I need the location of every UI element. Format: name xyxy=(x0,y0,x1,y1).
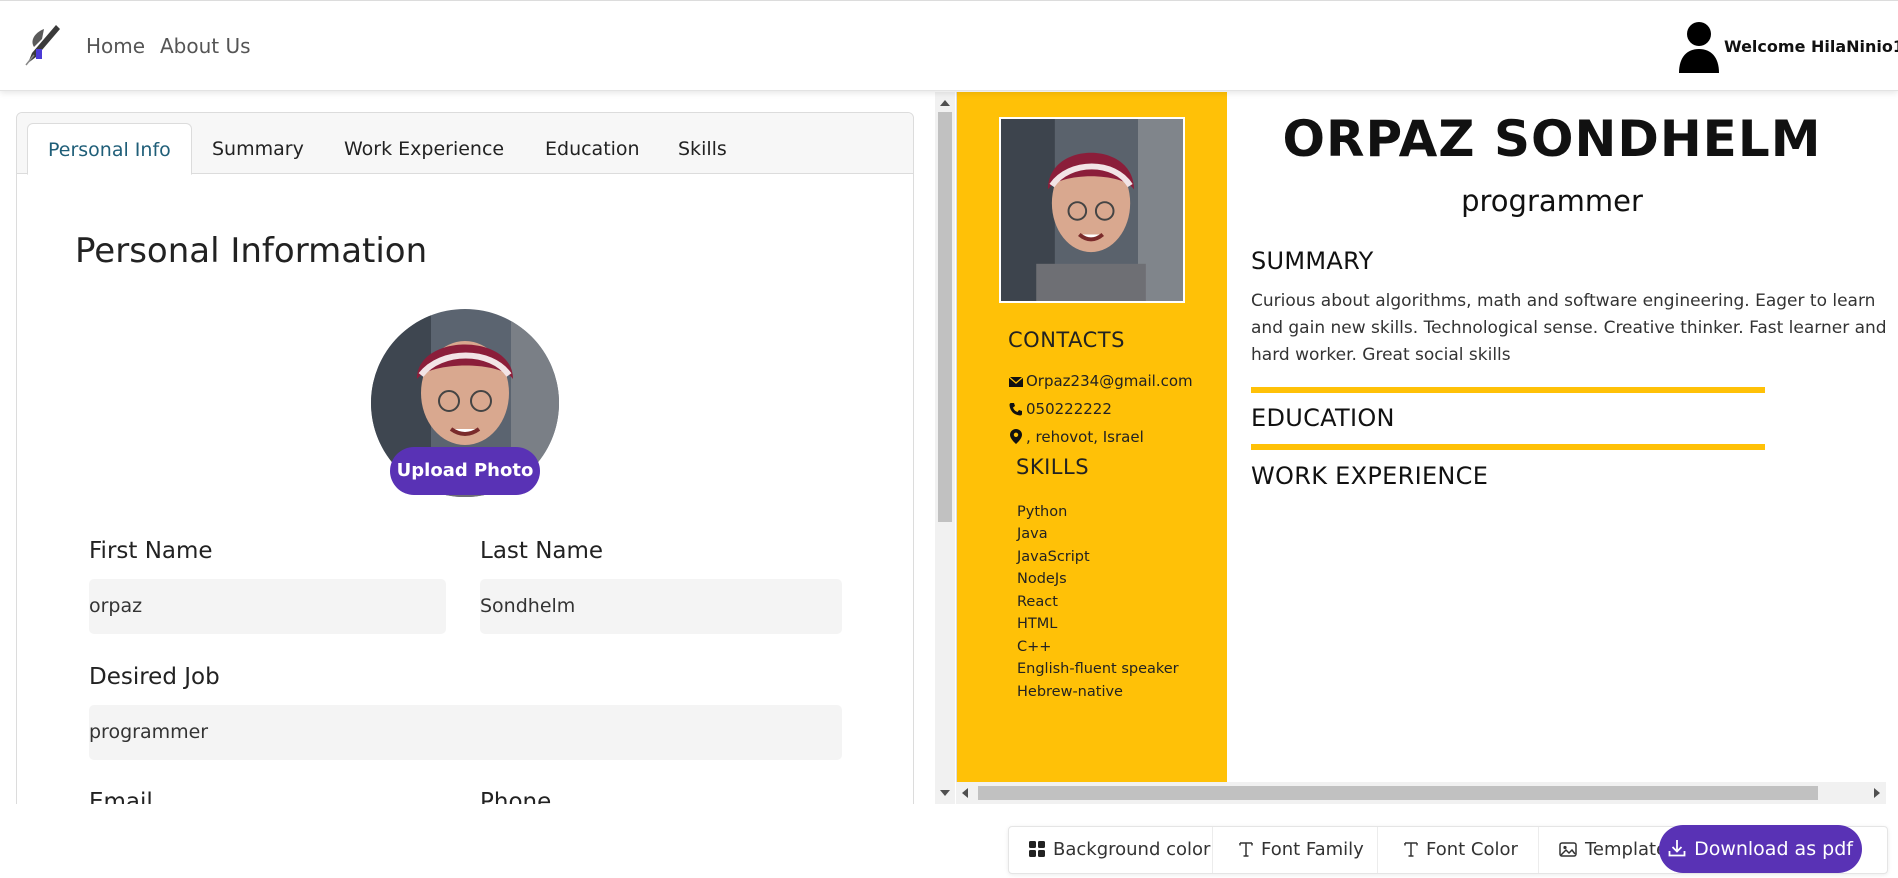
download-pdf-button[interactable]: Download as pdf xyxy=(1659,825,1862,873)
map-pin-icon xyxy=(1010,429,1022,444)
scroll-right-arrow-icon[interactable] xyxy=(1874,788,1880,798)
last-name-label: Last Name xyxy=(480,538,604,564)
text-icon xyxy=(1239,842,1253,857)
font-family-label: Font Family xyxy=(1261,839,1364,860)
last-name-input[interactable]: Sondhelm xyxy=(480,579,842,634)
logo-icon[interactable] xyxy=(22,23,62,67)
skill-item: English-fluent speaker xyxy=(1017,661,1179,677)
nav-about-link[interactable]: About Us xyxy=(160,34,251,58)
first-name-input[interactable]: orpaz xyxy=(89,579,446,634)
grid-icon xyxy=(1029,841,1045,857)
background-color-button[interactable]: Background color xyxy=(1009,827,1213,873)
envelope-icon xyxy=(1008,376,1024,387)
top-navbar: Home About Us Welcome HilaNinio123 xyxy=(0,0,1898,91)
contact-phone: 050222222 xyxy=(1008,400,1112,418)
desired-job-input[interactable]: programmer xyxy=(89,705,842,760)
work-experience-heading: WORK EXPERIENCE xyxy=(1251,462,1489,490)
education-heading: EDUCATION xyxy=(1251,404,1395,432)
summary-heading: SUMMARY xyxy=(1251,247,1374,275)
template-label: Template xyxy=(1585,839,1668,860)
resume-job-title: programmer xyxy=(1461,184,1643,218)
desired-job-label: Desired Job xyxy=(89,664,220,690)
scrollbar-thumb[interactable] xyxy=(938,112,952,522)
contact-location-text: , rehovot, Israel xyxy=(1026,428,1144,446)
contact-location: , rehovot, Israel xyxy=(1008,428,1144,446)
resume-name: ORPAZ SONDHELM xyxy=(1282,110,1822,168)
preview-horizontal-scrollbar[interactable] xyxy=(956,782,1886,804)
editor-scrollbar[interactable] xyxy=(935,92,955,804)
phone-label: Phone xyxy=(480,789,552,804)
scroll-up-arrow-icon[interactable] xyxy=(940,100,950,106)
section-divider xyxy=(1251,387,1765,393)
summary-text: Curious about algorithms, math and softw… xyxy=(1251,291,1887,365)
tab-education[interactable]: Education xyxy=(525,123,660,175)
first-name-label: First Name xyxy=(89,538,213,564)
resume-photo xyxy=(999,117,1185,303)
skill-item: Hebrew-native xyxy=(1017,684,1123,700)
skill-item: JavaScript xyxy=(1017,549,1090,565)
contacts-heading: CONTACTS xyxy=(1008,328,1125,352)
font-color-button[interactable]: Font Color xyxy=(1378,827,1539,873)
contact-phone-text: 050222222 xyxy=(1026,400,1112,418)
image-icon xyxy=(1559,842,1577,857)
scroll-down-arrow-icon[interactable] xyxy=(940,790,950,796)
scroll-left-arrow-icon[interactable] xyxy=(962,788,968,798)
skill-item: HTML xyxy=(1017,616,1058,632)
skill-item: Python xyxy=(1017,504,1068,520)
editor-panel: Personal Info Summary Work Experience Ed… xyxy=(0,92,935,804)
tab-personal-info[interactable]: Personal Info xyxy=(27,123,192,175)
section-title: Personal Information xyxy=(75,231,428,271)
email-label: Email xyxy=(89,789,153,804)
skill-item: React xyxy=(1017,594,1058,610)
font-family-button[interactable]: Font Family xyxy=(1213,827,1378,873)
download-icon xyxy=(1668,840,1686,857)
form-card: Personal Info Summary Work Experience Ed… xyxy=(16,112,914,804)
contact-email: Orpaz234@gmail.com xyxy=(1008,372,1193,390)
contact-email-text: Orpaz234@gmail.com xyxy=(1026,372,1193,390)
skills-heading: SKILLS xyxy=(1016,455,1090,479)
font-color-label: Font Color xyxy=(1426,839,1518,860)
tab-skills[interactable]: Skills xyxy=(658,123,747,175)
resume-preview: CONTACTS Orpaz234@gmail.com 050222222 , … xyxy=(956,92,1898,782)
resume-sidebar: CONTACTS Orpaz234@gmail.com 050222222 , … xyxy=(957,92,1227,782)
scrollbar-thumb[interactable] xyxy=(978,786,1818,800)
user-icon[interactable] xyxy=(1678,21,1720,73)
welcome-text: Welcome HilaNinio123 xyxy=(1724,37,1898,56)
nav-home-link[interactable]: Home xyxy=(86,34,145,58)
phone-icon xyxy=(1009,403,1022,416)
tab-bar: Personal Info Summary Work Experience Ed… xyxy=(17,113,913,175)
section-divider xyxy=(1251,444,1765,450)
tab-summary[interactable]: Summary xyxy=(192,123,324,175)
download-pdf-label: Download as pdf xyxy=(1694,838,1853,860)
skill-item: Java xyxy=(1017,526,1048,542)
tab-work-experience[interactable]: Work Experience xyxy=(324,123,524,175)
upload-photo-button[interactable]: Upload Photo xyxy=(390,447,540,495)
text-icon xyxy=(1404,842,1418,857)
resume-photo-image xyxy=(1001,119,1183,301)
background-color-label: Background color xyxy=(1053,839,1211,860)
skill-item: C++ xyxy=(1017,639,1052,655)
skill-item: NodeJs xyxy=(1017,571,1067,587)
template-button[interactable]: Template xyxy=(1539,827,1669,873)
